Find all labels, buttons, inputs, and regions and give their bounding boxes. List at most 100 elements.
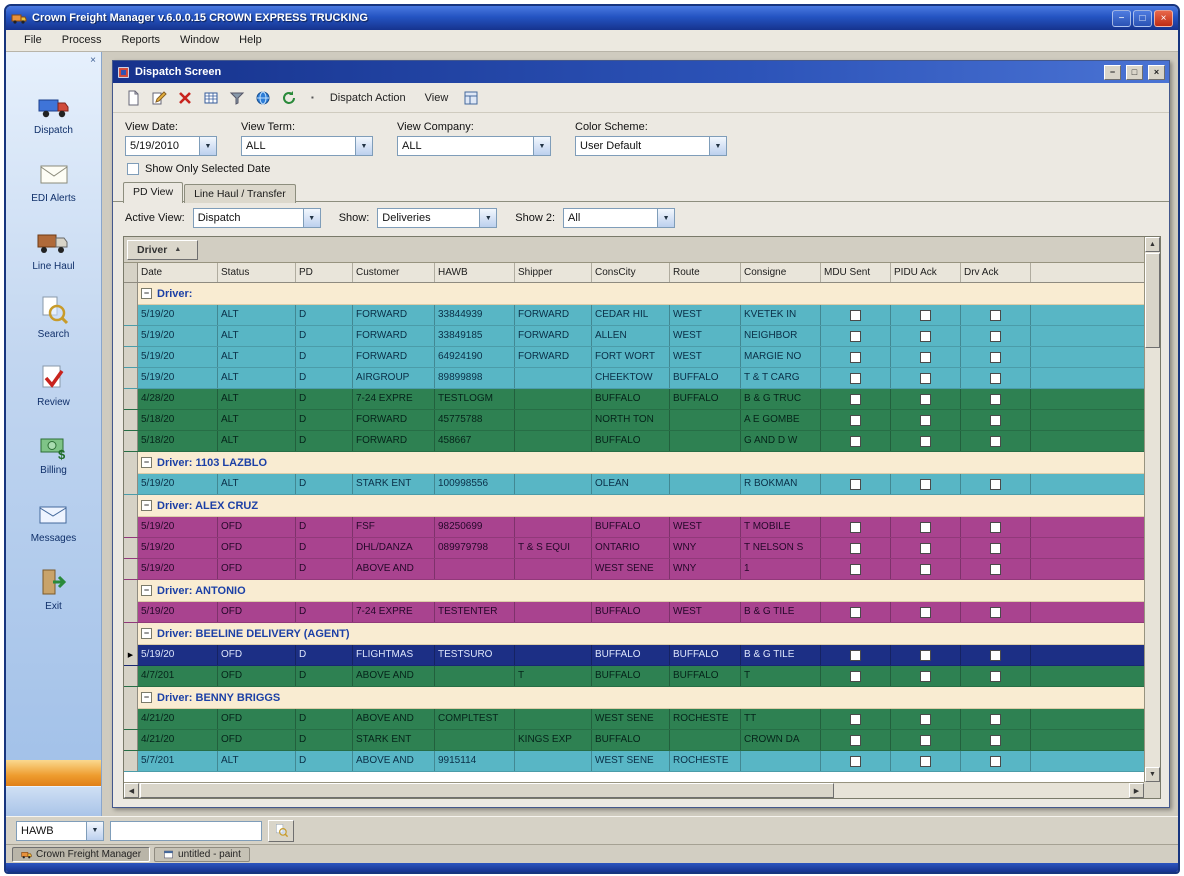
dropdown-arrow-icon[interactable]: ▼ — [199, 137, 216, 155]
checkbox-mdu-sent[interactable] — [850, 330, 861, 342]
checkbox-pidu-ack[interactable] — [920, 330, 931, 342]
scroll-left-icon[interactable]: ◀ — [124, 783, 139, 798]
toolbar-edit-button[interactable] — [147, 87, 170, 109]
menu-window[interactable]: Window — [170, 32, 229, 49]
dropdown-arrow-icon[interactable]: ▼ — [479, 209, 497, 227]
checkbox-mdu-sent[interactable] — [850, 542, 861, 554]
toolbar-filter-button[interactable] — [225, 87, 248, 109]
taskbar-item-crown-freight-manager[interactable]: Crown Freight Manager — [12, 846, 151, 862]
checkbox-drv-ack[interactable] — [990, 414, 1001, 426]
group-header-row[interactable]: − Driver: — [124, 283, 1144, 305]
menu-process[interactable]: Process — [52, 32, 112, 49]
dropdown-arrow-icon[interactable]: ▼ — [709, 137, 726, 155]
sidebar-item-edi-alerts[interactable]: EDI Alerts — [31, 158, 76, 204]
maximize-button[interactable]: □ — [1133, 9, 1152, 27]
view-date-select[interactable]: 5/19/2010 ▼ — [125, 136, 217, 156]
scroll-down-icon[interactable]: ▼ — [1145, 767, 1160, 782]
color-scheme-select[interactable]: User Default ▼ — [575, 136, 727, 156]
sidebar-item-review[interactable]: Review — [37, 362, 70, 408]
scroll-up-icon[interactable]: ▲ — [1145, 237, 1160, 252]
vertical-scroll-thumb[interactable] — [1145, 253, 1160, 348]
grid-row[interactable]: 4/7/201 OFD D ABOVE AND T BUFFALO BUFFALO T — [124, 666, 1144, 687]
column-header-pidu-ack[interactable]: PIDU Ack — [891, 263, 961, 282]
checkbox-pidu-ack[interactable] — [920, 563, 931, 575]
checkbox-pidu-ack[interactable] — [920, 734, 931, 746]
checkbox-pidu-ack[interactable] — [920, 521, 931, 533]
show-select[interactable]: Deliveries ▼ — [377, 208, 498, 228]
close-button[interactable]: × — [1154, 9, 1173, 27]
active-view-select[interactable]: Dispatch ▼ — [192, 208, 321, 228]
checkbox-pidu-ack[interactable] — [920, 478, 931, 490]
group-header-row[interactable]: − Driver: BENNY BRIGGS — [124, 687, 1144, 709]
tab-pd-view[interactable]: PD View — [123, 182, 184, 203]
column-header-conscity[interactable]: ConsCity — [592, 263, 670, 282]
column-header-drv-ack[interactable]: Drv Ack — [961, 263, 1031, 282]
checkbox-drv-ack[interactable] — [990, 606, 1001, 618]
column-header-pd[interactable]: PD — [296, 263, 353, 282]
grid-row[interactable]: 5/19/20 ALT D AIRGROUP 89899898 CHEEKTOW BUFFA… — [124, 368, 1144, 389]
scroll-right-icon[interactable]: ▶ — [1129, 783, 1144, 798]
show-only-selected-date-checkbox[interactable] — [127, 163, 139, 175]
collapse-group-icon[interactable]: − — [141, 457, 152, 468]
checkbox-pidu-ack[interactable] — [920, 755, 931, 767]
checkbox-mdu-sent[interactable] — [850, 393, 861, 405]
group-header-row[interactable]: − Driver: ANTONIO — [124, 580, 1144, 602]
column-header-consigne[interactable]: Consigne — [741, 263, 821, 282]
checkbox-pidu-ack[interactable] — [920, 372, 931, 384]
quick-search-button[interactable] — [268, 819, 294, 842]
checkbox-mdu-sent[interactable] — [850, 414, 861, 426]
column-header-status[interactable]: Status — [218, 263, 296, 282]
collapse-group-icon[interactable]: − — [141, 288, 152, 299]
checkbox-pidu-ack[interactable] — [920, 542, 931, 554]
vertical-scrollbar[interactable]: ▲ ▼ — [1144, 237, 1160, 782]
checkbox-mdu-sent[interactable] — [850, 521, 861, 533]
sidebar-item-line-haul[interactable]: Line Haul — [32, 226, 75, 272]
group-header-row[interactable]: − Driver: BEELINE DELIVERY (AGENT) — [124, 623, 1144, 645]
checkbox-pidu-ack[interactable] — [920, 393, 931, 405]
checkbox-drv-ack[interactable] — [990, 435, 1001, 447]
column-header-route[interactable]: Route — [670, 263, 741, 282]
checkbox-mdu-sent[interactable] — [850, 478, 861, 490]
quick-search-input[interactable] — [110, 820, 262, 841]
search-field-select[interactable]: HAWB ▼ — [16, 820, 104, 841]
dropdown-arrow-icon[interactable]: ▼ — [533, 137, 550, 155]
grid-row[interactable]: 5/19/20 OFD D ABOVE AND WEST SENE WNY 1 — [124, 559, 1144, 580]
sidebar-item-messages[interactable]: Messages — [31, 498, 76, 544]
horizontal-scrollbar[interactable]: ◀ ▶ — [124, 782, 1144, 798]
dispatch-close-button[interactable]: × — [1148, 64, 1165, 80]
collapse-group-icon[interactable]: − — [141, 692, 152, 703]
horizontal-scroll-thumb[interactable] — [140, 783, 834, 798]
checkbox-pidu-ack[interactable] — [920, 435, 931, 447]
checkbox-mdu-sent[interactable] — [850, 670, 861, 682]
grid-row[interactable]: 5/19/20 ALT D FORWARD 64924190 FORWARD FORT WO… — [124, 347, 1144, 368]
checkbox-drv-ack[interactable] — [990, 521, 1001, 533]
dropdown-arrow-icon[interactable]: ▼ — [302, 209, 320, 227]
dispatch-maximize-button[interactable]: □ — [1126, 64, 1143, 80]
grid-row[interactable]: 4/28/20 ALT D 7-24 EXPRE TESTLOGM BUFFALO BUFF… — [124, 389, 1144, 410]
grid-row[interactable]: 5/7/201 ALT D ABOVE AND 9915114 WEST SENE ROCH… — [124, 751, 1144, 772]
checkbox-mdu-sent[interactable] — [850, 372, 861, 384]
checkbox-drv-ack[interactable] — [990, 542, 1001, 554]
minimize-button[interactable]: − — [1112, 9, 1131, 27]
checkbox-drv-ack[interactable] — [990, 351, 1001, 363]
grid-row[interactable]: 5/19/20 ALT D FORWARD 33849185 FORWARD ALLEN WE… — [124, 326, 1144, 347]
sidebar-item-search[interactable]: Search — [38, 294, 70, 340]
view-menu[interactable]: View — [417, 89, 457, 107]
checkbox-mdu-sent[interactable] — [850, 606, 861, 618]
menu-file[interactable]: File — [14, 32, 52, 49]
checkbox-pidu-ack[interactable] — [920, 649, 931, 661]
column-header-shipper[interactable]: Shipper — [515, 263, 592, 282]
view-term-select[interactable]: ALL ▼ — [241, 136, 373, 156]
checkbox-drv-ack[interactable] — [990, 713, 1001, 725]
grid-row[interactable]: 5/19/20 ALT D STARK ENT 100998556 OLEAN R BOKM… — [124, 474, 1144, 495]
checkbox-drv-ack[interactable] — [990, 309, 1001, 321]
checkbox-mdu-sent[interactable] — [850, 755, 861, 767]
checkbox-drv-ack[interactable] — [990, 734, 1001, 746]
tab-line-haul-transfer[interactable]: Line Haul / Transfer — [184, 184, 296, 203]
checkbox-pidu-ack[interactable] — [920, 309, 931, 321]
column-header-customer[interactable]: Customer — [353, 263, 435, 282]
sidebar-item-dispatch[interactable]: Dispatch — [34, 90, 73, 136]
checkbox-pidu-ack[interactable] — [920, 670, 931, 682]
checkbox-drv-ack[interactable] — [990, 478, 1001, 490]
grid-row[interactable]: 5/19/20 OFD D DHL/DANZA 089979798 T & S EQUI O… — [124, 538, 1144, 559]
